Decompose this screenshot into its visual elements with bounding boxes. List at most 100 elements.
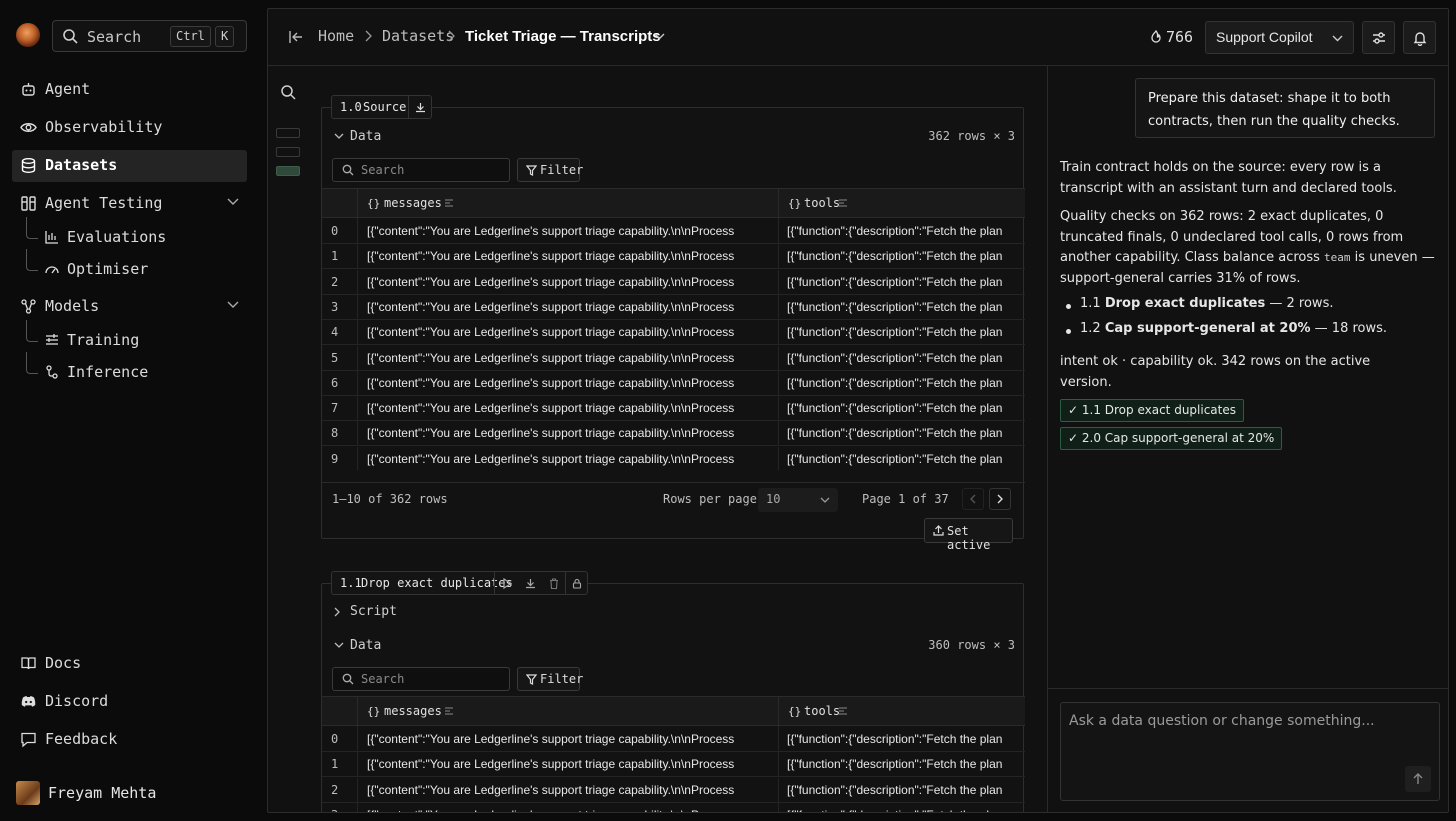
version-tag-dedup[interactable]: 1.1 Drop exact duplicates (331, 571, 588, 595)
chevron-down-icon[interactable] (654, 33, 665, 40)
cell-tools[interactable]: [{"function":{"description":"Fetch the p… (787, 275, 1025, 289)
table-row[interactable]: 3 [{"content":"You are Ledgerline's suppo… (322, 802, 1025, 812)
cell-tools[interactable]: [{"function":{"description":"Fetch the p… (787, 249, 1025, 263)
app-logo[interactable] (16, 23, 40, 47)
table-row[interactable]: 1 [{"content":"You are Ledgerline's suppo… (322, 752, 1025, 778)
trash-icon[interactable] (549, 578, 559, 589)
cell-tools[interactable]: [{"function":{"description":"Fetch the p… (787, 376, 1025, 390)
data-section-header[interactable]: Data 362 rows × 3 (322, 124, 1025, 150)
chevron-down-icon[interactable] (227, 301, 239, 309)
column-header-tools[interactable]: tools (804, 704, 840, 718)
minimap-item[interactable] (276, 128, 300, 138)
download-icon[interactable] (415, 102, 426, 113)
cell-messages[interactable]: [{"content":"You are Ledgerline's suppor… (367, 325, 767, 339)
cell-messages[interactable]: [{"content":"You are Ledgerline's suppor… (367, 376, 767, 390)
global-search[interactable]: Search Ctrl K (52, 20, 247, 52)
notifications-button[interactable] (1403, 21, 1436, 54)
send-button[interactable] (1405, 766, 1431, 792)
version-minimap[interactable] (276, 128, 300, 185)
cell-messages[interactable]: [{"content":"You are Ledgerline's suppor… (367, 401, 767, 415)
minimap-item-active[interactable] (276, 166, 300, 176)
nav-inference[interactable]: Inference (24, 352, 244, 386)
nav-optimiser[interactable]: Optimiser (24, 249, 244, 283)
cell-messages[interactable]: [{"content":"You are Ledgerline's suppor… (367, 351, 767, 365)
cell-messages[interactable]: [{"content":"You are Ledgerline's suppor… (367, 275, 767, 289)
table-row[interactable]: 2 [{"content":"You are Ledgerline's suppo… (322, 269, 1025, 295)
cell-tools[interactable]: [{"function":{"description":"Fetch the p… (787, 325, 1025, 339)
collapse-sidebar-icon[interactable] (288, 29, 304, 45)
cell-messages[interactable]: [{"content":"You are Ledgerline's suppor… (367, 249, 767, 263)
nav-discord[interactable]: Discord (12, 686, 247, 718)
applied-step-badge[interactable]: ✓ 1.1 Drop exact duplicates (1060, 399, 1244, 422)
settings-button[interactable] (1362, 21, 1395, 54)
lock-icon[interactable] (572, 578, 582, 589)
cell-messages[interactable]: [{"content":"You are Ledgerline's suppor… (367, 224, 767, 238)
cell-messages[interactable]: [{"content":"You are Ledgerline's suppor… (367, 783, 767, 797)
assistant-message: Quality checks on 362 rows: 2 exact dupl… (1060, 207, 1440, 289)
breadcrumb-datasets[interactable]: Datasets (382, 27, 454, 45)
data-section-header[interactable]: Data 360 rows × 3 (322, 633, 1025, 659)
cell-tools[interactable]: [{"function":{"description":"Fetch the p… (787, 808, 1025, 812)
cell-tools[interactable]: [{"function":{"description":"Fetch the p… (787, 224, 1025, 238)
cell-messages[interactable]: [{"content":"You are Ledgerline's suppor… (367, 300, 767, 314)
cell-messages[interactable]: [{"content":"You are Ledgerline's suppor… (367, 452, 767, 466)
download-icon[interactable] (525, 578, 536, 589)
cell-tools[interactable]: [{"function":{"description":"Fetch the p… (787, 783, 1025, 797)
minimap-item[interactable] (276, 147, 300, 157)
table-row[interactable]: 0 [{"content":"You are Ledgerline's suppo… (322, 219, 1025, 244)
rows-per-page-select[interactable]: 10 (758, 488, 838, 512)
nav-agent[interactable]: Agent (12, 74, 247, 106)
table-row[interactable]: 9 [{"content":"You are Ledgerline's suppo… (322, 446, 1025, 470)
table-row[interactable]: 3 [{"content":"You are Ledgerline's suppo… (322, 294, 1025, 320)
cell-tools[interactable]: [{"function":{"description":"Fetch the p… (787, 732, 1025, 746)
script-section-header[interactable]: Script (322, 599, 1025, 625)
cell-tools[interactable]: [{"function":{"description":"Fetch the p… (787, 401, 1025, 415)
table-row[interactable]: 4 [{"content":"You are Ledgerline's suppo… (322, 320, 1025, 346)
table-row[interactable]: 6 [{"content":"You are Ledgerline's suppo… (322, 370, 1025, 396)
set-active-button[interactable]: Set active (924, 518, 1013, 552)
agent-select[interactable]: Support Copilot (1205, 21, 1354, 54)
search-icon[interactable] (280, 84, 296, 100)
cell-tools[interactable]: [{"function":{"description":"Fetch the p… (787, 757, 1025, 771)
table-search-input[interactable]: Search (332, 667, 510, 691)
prev-page-button[interactable] (962, 488, 984, 510)
nav-training[interactable]: Training (24, 320, 244, 354)
nav-feedback[interactable]: Feedback (12, 724, 247, 756)
play-icon[interactable] (502, 578, 512, 589)
table-row[interactable]: 0 [{"content":"You are Ledgerline's suppo… (322, 727, 1025, 752)
table-row[interactable]: 7 [{"content":"You are Ledgerline's suppo… (322, 396, 1025, 422)
cell-messages[interactable]: [{"content":"You are Ledgerline's suppor… (367, 732, 767, 746)
cell-tools[interactable]: [{"function":{"description":"Fetch the p… (787, 452, 1025, 466)
filter-button[interactable]: Filter (517, 158, 583, 182)
nav-datasets[interactable]: Datasets (12, 150, 247, 182)
version-tag-source[interactable]: 1.0 Source (331, 95, 432, 119)
page-title[interactable]: Ticket Triage — Transcripts (465, 28, 661, 45)
filter-button[interactable]: Filter (517, 667, 583, 691)
table-row[interactable]: 8 [{"content":"You are Ledgerline's suppo… (322, 421, 1025, 447)
nav-docs[interactable]: Docs (12, 648, 247, 680)
table-row[interactable]: 2 [{"content":"You are Ledgerline's suppo… (322, 777, 1025, 803)
table-row[interactable]: 5 [{"content":"You are Ledgerline's suppo… (322, 345, 1025, 371)
nav-evaluations[interactable]: Evaluations (24, 217, 244, 251)
cell-tools[interactable]: [{"function":{"description":"Fetch the p… (787, 426, 1025, 440)
cell-messages[interactable]: [{"content":"You are Ledgerline's suppor… (367, 808, 767, 812)
applied-step-badge[interactable]: ✓ 2.0 Cap support-general at 20% (1060, 427, 1283, 450)
next-page-button[interactable] (989, 488, 1011, 510)
table-search-input[interactable]: Search (332, 158, 510, 182)
user-profile[interactable]: Freyam Mehta (16, 780, 246, 806)
cell-messages[interactable]: [{"content":"You are Ledgerline's suppor… (367, 757, 767, 771)
nav-models[interactable]: Models (12, 291, 247, 323)
table-row[interactable]: 1 [{"content":"You are Ledgerline's suppo… (322, 244, 1025, 270)
column-header-messages[interactable]: messages (384, 196, 442, 210)
chevron-down-icon[interactable] (227, 198, 239, 206)
column-header-tools[interactable]: tools (804, 196, 840, 210)
cell-tools[interactable]: [{"function":{"description":"Fetch the p… (787, 351, 1025, 365)
version-name: Drop exact duplicates (361, 576, 513, 590)
nav-agent-testing[interactable]: Agent Testing (12, 188, 247, 220)
cell-messages[interactable]: [{"content":"You are Ledgerline's suppor… (367, 426, 767, 440)
breadcrumb-home[interactable]: Home (318, 27, 354, 45)
nav-observability[interactable]: Observability (12, 112, 247, 144)
column-header-messages[interactable]: messages (384, 704, 442, 718)
cell-tools[interactable]: [{"function":{"description":"Fetch the p… (787, 300, 1025, 314)
chat-input[interactable]: Ask a data question or change something.… (1060, 702, 1440, 801)
